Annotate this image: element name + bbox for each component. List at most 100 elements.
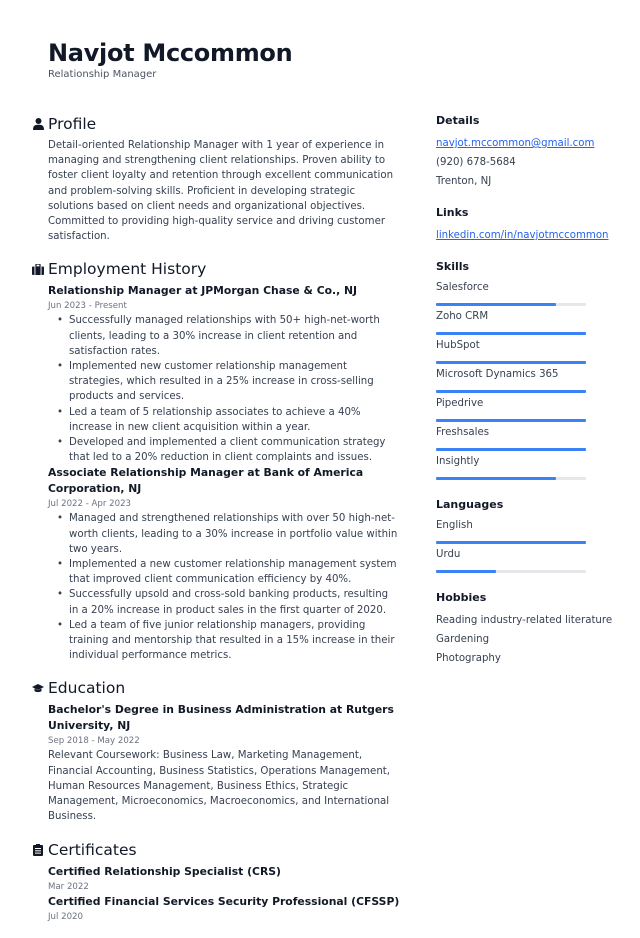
language-name: English xyxy=(436,520,473,531)
education-entry: Bachelor's Degree in Business Administra… xyxy=(28,702,400,824)
hobby-item: Gardening xyxy=(436,634,490,645)
skill-level-bar xyxy=(436,477,586,480)
details-section: Details navjot.mccommon@gmail.com (920) … xyxy=(436,113,616,191)
skill-item: Insightly xyxy=(436,454,616,483)
skill-level-fill xyxy=(436,477,556,480)
job-bullet: Successfully upsold and cross-sold banki… xyxy=(57,587,400,617)
job-bullet: Successfully managed relationships with … xyxy=(57,313,400,359)
skill-level-fill xyxy=(436,332,586,335)
language-level-fill xyxy=(436,570,496,573)
job-dates: Jul 2022 - Apr 2023 xyxy=(48,499,132,510)
skill-name: Microsoft Dynamics 365 xyxy=(436,369,559,380)
skill-name: Insightly xyxy=(436,456,480,467)
language-level-bar xyxy=(436,570,586,573)
languages-heading: Languages xyxy=(436,498,504,511)
skill-name: HubSpot xyxy=(436,340,480,351)
profile-summary: Detail-oriented Relationship Manager wit… xyxy=(48,140,394,243)
skill-name: Freshsales xyxy=(436,427,490,438)
job-entry: Associate Relationship Manager at Bank o… xyxy=(48,465,400,663)
employment-heading: Employment History xyxy=(48,260,207,279)
skills-heading: Skills xyxy=(436,260,470,273)
degree-dates: Sep 2018 - May 2022 xyxy=(48,736,140,747)
job-bullet: Led a team of 5 relationship associates … xyxy=(57,405,400,435)
skill-item: Salesforce xyxy=(436,280,616,309)
certificate-date: Mar 2022 xyxy=(48,881,89,892)
job-bullets: Managed and strengthened relationships w… xyxy=(48,511,400,663)
job-title: Relationship Manager at JPMorgan Chase &… xyxy=(48,284,358,298)
skill-name: Pipedrive xyxy=(436,398,484,409)
job-list: Relationship Manager at JPMorgan Chase &… xyxy=(28,283,400,663)
graduation-cap-icon xyxy=(28,683,48,693)
location: Trenton, NJ xyxy=(436,176,492,187)
main-column: Profile Detail-oriented Relationship Man… xyxy=(28,113,400,938)
skill-level-fill xyxy=(436,419,586,422)
skill-name: Salesforce xyxy=(436,282,489,293)
skill-level-bar xyxy=(436,332,586,335)
skill-item: Zoho CRM xyxy=(436,309,616,338)
skill-level-bar xyxy=(436,419,586,422)
linkedin-link[interactable]: linkedin.com/in/navjotmccommon xyxy=(436,230,609,241)
hobby-item: Reading industry-related literature xyxy=(436,615,613,626)
languages-section: Languages English Urdu xyxy=(436,497,616,576)
resume-header: Navjot Mccommon Relationship Manager xyxy=(48,38,293,80)
language-name: Urdu xyxy=(436,549,461,560)
skill-name: Zoho CRM xyxy=(436,311,489,322)
certificates-section: Certificates Certified Relationship Spec… xyxy=(28,839,400,924)
hobby-item: Photography xyxy=(436,653,501,664)
skill-level-fill xyxy=(436,361,586,364)
education-section: Education Bachelor's Degree in Business … xyxy=(28,677,400,824)
language-level-fill xyxy=(436,541,586,544)
skill-level-fill xyxy=(436,390,586,393)
hobbies-section: Hobbies Reading industry-related literat… xyxy=(436,590,616,668)
skill-list: Salesforce Zoho CRM HubSpot Microsoft Dynam… xyxy=(436,280,616,483)
employment-section: Employment History Relationship Manager … xyxy=(28,258,400,663)
degree-title: Bachelor's Degree in Business Administra… xyxy=(48,703,394,733)
email-link[interactable]: navjot.mccommon@gmail.com xyxy=(436,138,594,149)
details-heading: Details xyxy=(436,114,480,127)
skill-level-fill xyxy=(436,303,556,306)
coursework-text: Relevant Coursework: Business Law, Marke… xyxy=(48,750,391,823)
language-item: English xyxy=(436,518,616,547)
job-bullets: Successfully managed relationships with … xyxy=(48,313,400,465)
skill-item: Freshsales xyxy=(436,425,616,454)
skill-item: Microsoft Dynamics 365 xyxy=(436,367,616,396)
certificate-date: Jul 2020 xyxy=(48,911,83,922)
job-dates: Jun 2023 - Present xyxy=(48,301,127,312)
user-icon xyxy=(28,118,48,130)
profile-section: Profile Detail-oriented Relationship Man… xyxy=(28,113,400,244)
phone-number: (920) 678-5684 xyxy=(436,157,516,168)
skills-section: Skills Salesforce Zoho CRM HubSpot Microsof… xyxy=(436,259,616,483)
hobbies-heading: Hobbies xyxy=(436,591,487,604)
job-title: Associate Relationship Manager at Bank o… xyxy=(48,466,364,496)
job-bullet: Developed and implemented a client commu… xyxy=(57,435,400,465)
clipboard-icon xyxy=(28,843,48,856)
language-list: English Urdu xyxy=(436,518,616,576)
profile-heading: Profile xyxy=(48,115,97,133)
briefcase-icon xyxy=(28,263,48,275)
job-entry: Relationship Manager at JPMorgan Chase &… xyxy=(48,283,400,465)
education-heading: Education xyxy=(48,679,126,698)
certificate-item: Certified Relationship Specialist (CRS) … xyxy=(48,864,400,894)
links-section: Links linkedin.com/in/navjotmccommon xyxy=(436,205,616,245)
skill-level-bar xyxy=(436,390,586,393)
job-bullet: Implemented a new customer relationship … xyxy=(57,557,400,587)
candidate-name: Navjot Mccommon xyxy=(48,39,293,67)
skill-level-bar xyxy=(436,448,586,451)
skill-level-fill xyxy=(436,448,586,451)
certificate-title: Certified Relationship Specialist (CRS) xyxy=(48,864,281,878)
skill-item: HubSpot xyxy=(436,338,616,367)
job-bullet: Managed and strengthened relationships w… xyxy=(57,511,400,557)
certificate-item: Certified Financial Services Security Pr… xyxy=(48,894,400,924)
job-bullet: Implemented new customer relationship ma… xyxy=(57,359,400,405)
skill-item: Pipedrive xyxy=(436,396,616,425)
certificates-heading: Certificates xyxy=(48,840,137,859)
candidate-title: Relationship Manager xyxy=(48,69,157,80)
links-heading: Links xyxy=(436,206,469,219)
job-bullet: Led a team of five junior relationship m… xyxy=(57,618,400,664)
skill-level-bar xyxy=(436,303,586,306)
certificate-title: Certified Financial Services Security Pr… xyxy=(48,894,400,908)
skill-level-bar xyxy=(436,361,586,364)
sidebar-column: Details navjot.mccommon@gmail.com (920) … xyxy=(436,113,616,682)
language-level-bar xyxy=(436,541,586,544)
language-item: Urdu xyxy=(436,547,616,576)
